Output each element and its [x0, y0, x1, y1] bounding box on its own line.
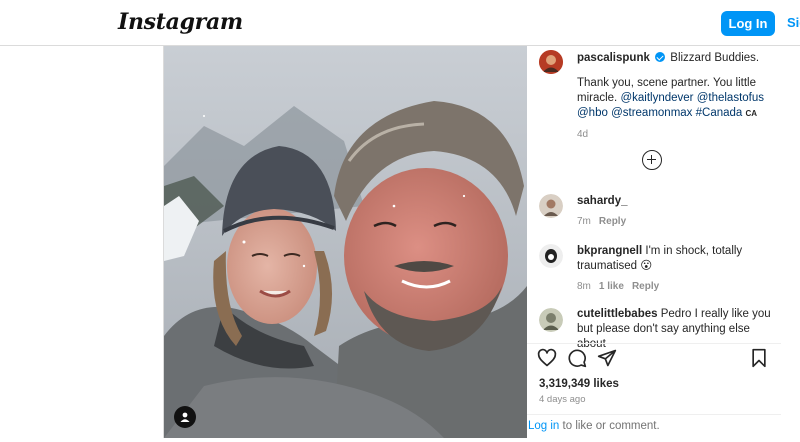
post-card: pascalispunk Blizzard Buddies. Thank you… — [163, 46, 781, 438]
author-username[interactable]: pascalispunk — [577, 52, 650, 64]
comment-icon[interactable] — [567, 348, 587, 368]
login-button[interactable]: Log In — [721, 11, 775, 36]
comment-avatar[interactable] — [539, 308, 563, 332]
add-comments-icon[interactable] — [642, 150, 662, 170]
caption-timestamp: 4d — [577, 129, 589, 140]
author-avatar[interactable] — [539, 50, 563, 74]
mention-link[interactable]: @thelastofus — [697, 92, 764, 104]
comment-avatar[interactable] — [539, 244, 563, 268]
reply-button[interactable]: Reply — [632, 281, 659, 292]
caption-body: Thank you, scene partner. You little mir… — [577, 76, 777, 121]
post-photo[interactable] — [164, 46, 527, 438]
mention-link[interactable]: @hbo — [577, 107, 608, 119]
country-tag: CA — [745, 109, 758, 118]
post-sidebar: pascalispunk Blizzard Buddies. Thank you… — [527, 46, 781, 438]
login-prompt: Log in to like or comment. — [527, 414, 781, 438]
post-age[interactable]: 4 days ago — [539, 394, 585, 405]
comment-username[interactable]: cutelittlebabes — [577, 308, 658, 320]
top-navigation-bar: Instagram Log In Sign Up — [0, 0, 800, 46]
comment-time: 8m — [577, 281, 591, 292]
heart-icon[interactable] — [537, 348, 557, 368]
verified-badge-icon — [655, 52, 666, 62]
comment-avatar[interactable] — [539, 194, 563, 218]
comment-username[interactable]: sahardy_ — [577, 195, 628, 207]
instagram-logo[interactable]: Instagram — [118, 9, 243, 35]
comment-likes[interactable]: 1 like — [599, 281, 624, 292]
post-actions-bar — [527, 343, 781, 371]
comment-meta: 7m Reply — [577, 214, 777, 229]
login-link[interactable]: Log in — [528, 420, 559, 432]
login-prompt-text: to like or comment. — [559, 420, 660, 432]
comment-time: 7m — [577, 216, 591, 227]
caption-title: Blizzard Buddies. — [670, 52, 760, 64]
mention-link[interactable]: @kaitlyndever — [620, 92, 693, 104]
mention-link[interactable]: @streamonmax — [611, 107, 692, 119]
reply-button[interactable]: Reply — [599, 216, 626, 227]
share-icon[interactable] — [597, 348, 617, 368]
comment-item: bkprangnell I'm in shock, totally trauma… — [577, 244, 777, 294]
hashtag-link[interactable]: #Canada — [696, 107, 743, 119]
comment-item: sahardy_ 7m Reply — [577, 194, 777, 229]
comment-meta: 8m 1 like Reply — [577, 279, 777, 294]
bookmark-icon[interactable] — [749, 348, 769, 368]
user-tag-icon[interactable] — [174, 406, 196, 428]
comment-username[interactable]: bkprangnell — [577, 245, 642, 257]
likes-count[interactable]: 3,319,349 likes — [539, 378, 619, 390]
signup-link[interactable]: Sign Up — [787, 15, 800, 30]
post-photo-image — [164, 46, 527, 438]
post-caption: pascalispunk Blizzard Buddies. Thank you… — [577, 51, 777, 142]
